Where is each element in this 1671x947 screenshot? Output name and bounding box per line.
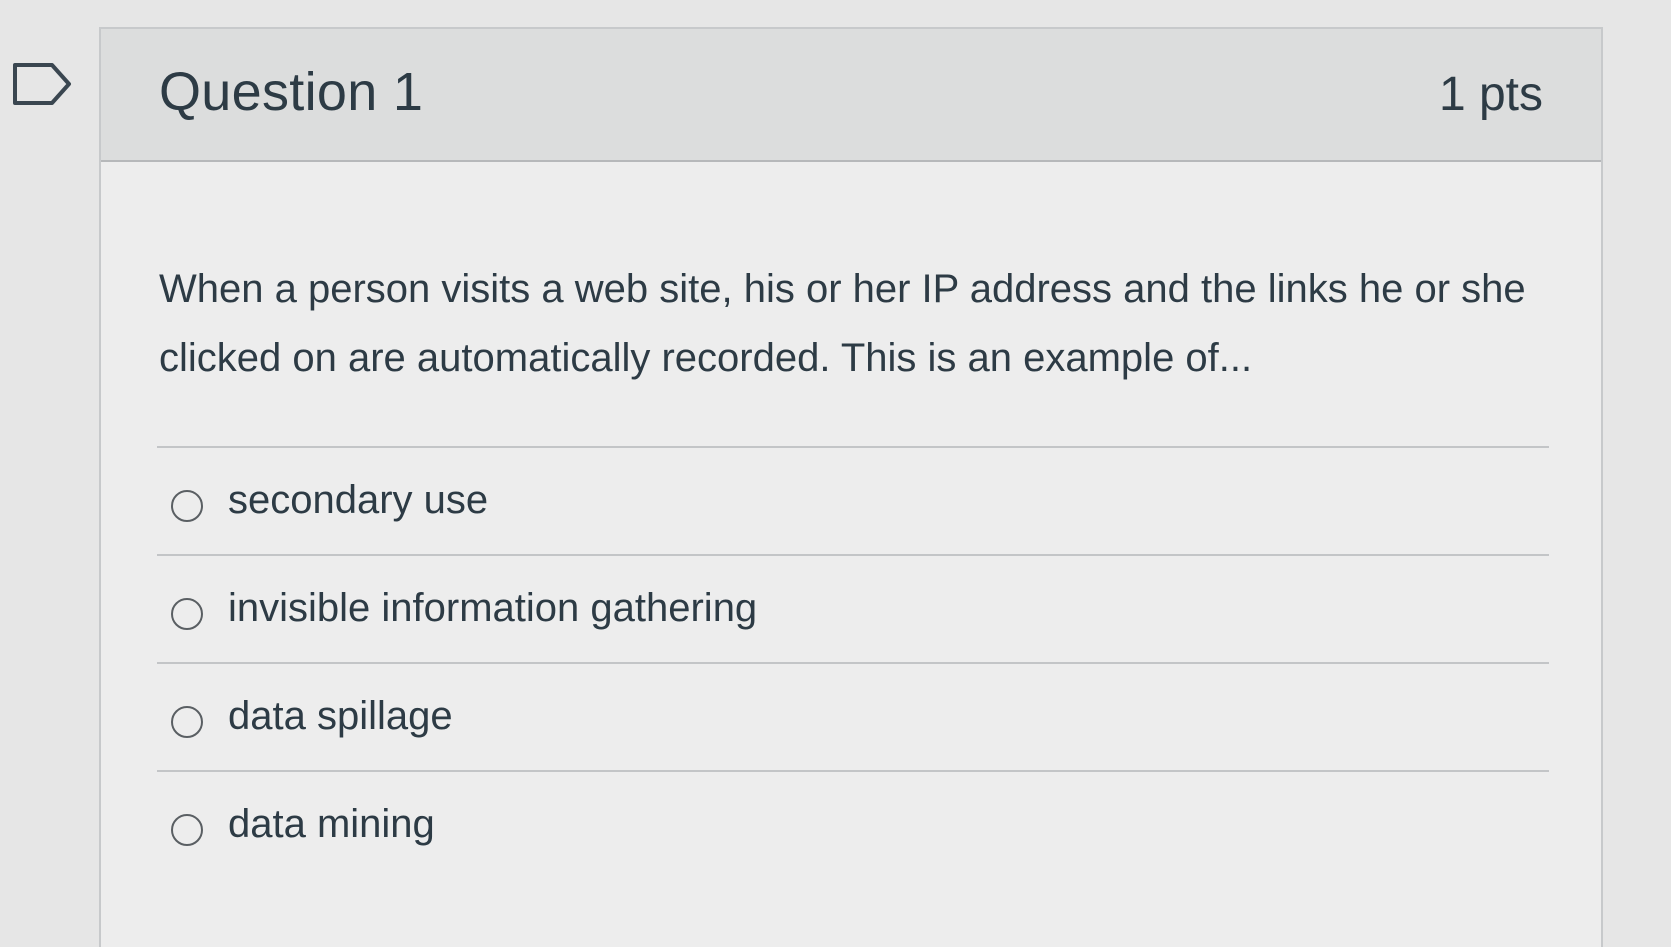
radio-button[interactable] (171, 814, 203, 846)
answer-option[interactable]: data spillage (157, 662, 1549, 770)
answer-option[interactable]: invisible information gathering (157, 554, 1549, 662)
answer-label[interactable]: data mining (228, 802, 435, 847)
question-points: 1 pts (1438, 68, 1543, 121)
question-card: Question 1 1 pts When a person visits a … (99, 27, 1603, 947)
question-header: Question 1 1 pts (101, 29, 1601, 162)
question-text: When a person visits a web site, his or … (159, 267, 1526, 380)
answer-option[interactable]: data mining (157, 770, 1549, 878)
answer-list: secondary use invisible information gath… (157, 446, 1549, 878)
answer-label[interactable]: secondary use (228, 478, 488, 523)
question-title: Question 1 (159, 62, 424, 122)
answer-label[interactable]: data spillage (228, 694, 453, 739)
radio-button[interactable] (171, 598, 203, 630)
radio-button[interactable] (171, 490, 203, 522)
bookmark-flag-icon[interactable] (12, 62, 74, 106)
answer-option[interactable]: secondary use (157, 446, 1549, 554)
radio-button[interactable] (171, 706, 203, 738)
answer-label[interactable]: invisible information gathering (228, 586, 757, 631)
